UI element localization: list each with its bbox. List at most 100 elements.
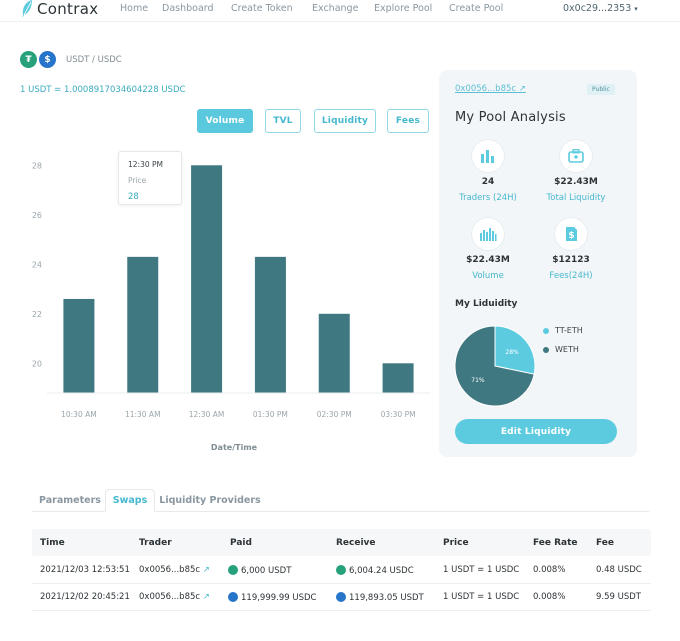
y-tick-label: 24 bbox=[32, 260, 42, 269]
legend-label: TT-ETH bbox=[555, 326, 583, 335]
receive-amount: 119,893.05 USDT bbox=[349, 593, 424, 603]
tooltip-time: 12:30 PM bbox=[128, 160, 163, 169]
stat-value: $12123 bbox=[552, 255, 590, 265]
cell-receive: 119,893.05 USDT bbox=[336, 592, 424, 603]
cell-price: 1 USDT = 1 USDC bbox=[443, 565, 520, 575]
nav-dashboard[interactable]: Dashboard bbox=[162, 3, 214, 14]
edit-liquidity-button[interactable]: Edit Liquidity bbox=[455, 419, 617, 444]
cell-fee: 0.48 USDC bbox=[596, 565, 642, 575]
usdc-icon bbox=[336, 592, 346, 602]
nav-create-token[interactable]: Create Token bbox=[231, 3, 293, 14]
tether-icon bbox=[228, 565, 238, 575]
nav-create-pool[interactable]: Create Pool bbox=[449, 3, 503, 14]
table-header: Time Trader Paid Receive Price Fee Rate … bbox=[32, 529, 651, 556]
chart-bar[interactable] bbox=[318, 313, 350, 393]
chart-bar[interactable] bbox=[254, 256, 286, 393]
usdc-icon: $ bbox=[39, 51, 56, 68]
top-nav: Contrax Home Dashboard Create Token Exch… bbox=[0, 0, 680, 22]
legend-label: WETH bbox=[555, 345, 579, 354]
fees-button[interactable]: Fees bbox=[387, 109, 429, 133]
tether-icon: ₮ bbox=[20, 51, 37, 68]
cell-receive: 6,004.24 USDC bbox=[336, 565, 414, 576]
col-fee-rate: Fee Rate bbox=[533, 538, 578, 548]
feather-icon bbox=[22, 0, 32, 18]
x-tick-label: 03:30 PM bbox=[381, 410, 416, 419]
cell-paid: 6,000 USDT bbox=[228, 565, 291, 576]
stat-label: Total Liquidity bbox=[546, 193, 606, 203]
x-tick-label: 01:30 PM bbox=[253, 410, 288, 419]
panel-title: My Pool Analysis bbox=[455, 110, 566, 125]
trader-link[interactable]: 0x0056...b85c ↗ bbox=[139, 565, 210, 575]
chart-bar[interactable] bbox=[63, 298, 95, 393]
wallet-button[interactable]: 0x0c29...2353 ▾ bbox=[563, 3, 638, 14]
x-axis-label: Date/Time bbox=[211, 443, 258, 452]
external-link-icon: ↗ bbox=[202, 565, 210, 575]
stat-label: Volume bbox=[472, 271, 504, 281]
histogram-icon bbox=[472, 218, 504, 250]
stat-fees: $ $12123 Fees(24H) bbox=[523, 218, 619, 281]
liquidity-pie-chart: 28% 71% bbox=[454, 325, 536, 407]
stat-label: Fees(24H) bbox=[549, 271, 593, 281]
x-tick-label: 02:30 PM bbox=[317, 410, 352, 419]
paid-amount: 6,000 USDT bbox=[241, 566, 292, 576]
brand-name: Contrax bbox=[37, 0, 99, 18]
tab-parameters[interactable]: Parameters bbox=[34, 489, 106, 512]
col-receive: Receive bbox=[336, 538, 376, 548]
usdc-icon bbox=[228, 592, 238, 602]
tvl-button[interactable]: TVL bbox=[265, 109, 301, 133]
pie-slice-label: 71% bbox=[471, 377, 485, 384]
stat-value: $22.43M bbox=[466, 255, 510, 265]
table-row: 2021/12/02 20:45:21 0x0056...b85c ↗ 119,… bbox=[32, 584, 651, 611]
volume-button[interactable]: Volume bbox=[197, 109, 253, 133]
bar-chart-icon bbox=[472, 140, 504, 172]
col-price: Price bbox=[443, 538, 469, 548]
pair-name: USDT / USDC bbox=[66, 54, 122, 65]
tab-liquidity-providers[interactable]: Liquidity Providers bbox=[157, 489, 263, 512]
public-badge: Public bbox=[587, 84, 615, 95]
nav-exchange[interactable]: Exchange bbox=[312, 3, 358, 14]
pool-address: 0x0056...b85c bbox=[455, 84, 517, 94]
y-tick-label: 22 bbox=[32, 310, 42, 319]
dollar-document-icon: $ bbox=[555, 218, 587, 250]
x-tick-label: 10:30 AM bbox=[61, 410, 97, 419]
col-fee: Fee bbox=[596, 538, 614, 548]
cell-trader: 0x0056...b85c bbox=[139, 592, 201, 602]
liquidity-button[interactable]: Liquidity bbox=[314, 109, 376, 133]
legend-item-weth: WETH bbox=[543, 345, 579, 354]
cell-paid: 119,999.99 USDC bbox=[228, 592, 316, 603]
trader-link[interactable]: 0x0056...b85c ↗ bbox=[139, 592, 210, 602]
stat-value: $22.43M bbox=[554, 177, 598, 187]
pool-address-link[interactable]: 0x0056...b85c ↗ bbox=[455, 84, 526, 94]
y-tick-label: 28 bbox=[32, 161, 42, 170]
legend-dot bbox=[543, 346, 549, 353]
external-link-icon: ↗ bbox=[202, 592, 210, 602]
cell-time: 2021/12/02 20:45:21 bbox=[40, 592, 130, 602]
tab-swaps[interactable]: Swaps bbox=[105, 489, 155, 512]
stat-label: Traders (24H) bbox=[459, 193, 517, 203]
chart-bar[interactable] bbox=[382, 363, 414, 393]
table-row: 2021/12/03 12:53:51 0x0056...b85c ↗ 6,00… bbox=[32, 557, 651, 584]
pool-analysis-panel: 0x0056...b85c ↗ Public My Pool Analysis … bbox=[439, 70, 637, 457]
brand-logo[interactable]: Contrax bbox=[20, 0, 98, 19]
wallet-address: 0x0c29...2353 bbox=[563, 3, 632, 14]
volume-chart: 20 22 24 26 28 10:30 AM 11:30 AM 12:30 AM 01:30 … bbox=[32, 161, 430, 452]
liquidity-title: My Liduidity bbox=[455, 299, 518, 309]
nav-explore-pool[interactable]: Explore Pool bbox=[374, 3, 432, 14]
cell-trader: 0x0056...b85c bbox=[139, 565, 201, 575]
exchange-rate: 1 USDT = 1.0008917034604228 USDC bbox=[20, 85, 186, 95]
x-tick-label: 11:30 AM bbox=[125, 410, 161, 419]
col-time: Time bbox=[40, 538, 65, 548]
nav-home[interactable]: Home bbox=[120, 3, 148, 14]
col-paid: Paid bbox=[230, 538, 252, 548]
receive-amount: 6,004.24 USDC bbox=[349, 566, 414, 576]
stat-total-liquidity: $22.43M Total Liquidity bbox=[528, 140, 624, 203]
external-link-icon: ↗ bbox=[518, 84, 526, 94]
cell-price: 1 USDT = 1 USDC bbox=[443, 592, 520, 602]
chart-bar[interactable] bbox=[127, 256, 159, 393]
cell-time: 2021/12/03 12:53:51 bbox=[40, 565, 130, 575]
x-tick-label: 12:30 AM bbox=[189, 410, 225, 419]
chart-tooltip: 12:30 PM Price 28 bbox=[118, 151, 182, 205]
chart-bar[interactable] bbox=[191, 165, 223, 393]
cell-fee: 9.59 USDT bbox=[596, 592, 641, 602]
briefcase-icon bbox=[560, 140, 592, 172]
